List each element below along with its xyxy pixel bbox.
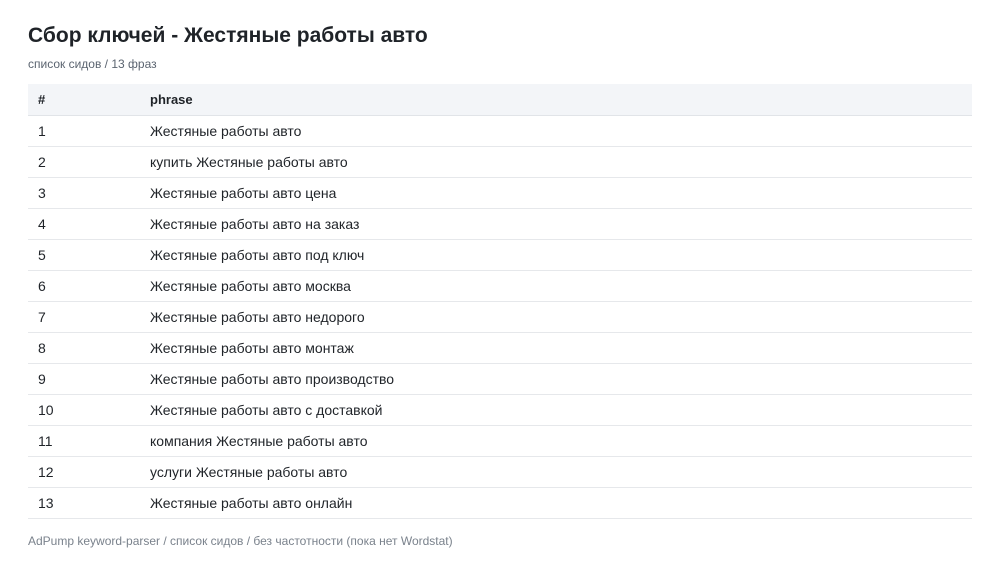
table-row: 10 Жестяные работы авто с доставкой [28, 394, 972, 426]
table-row: 1 Жестяные работы авто [28, 115, 972, 147]
row-phrase: Жестяные работы авто под ключ [140, 239, 972, 271]
row-phrase: Жестяные работы авто [140, 115, 972, 147]
row-number: 7 [28, 301, 140, 333]
table-row: 6 Жестяные работы авто москва [28, 270, 972, 302]
row-number: 4 [28, 208, 140, 240]
table-header: # phrase [28, 84, 972, 116]
column-header-phrase: phrase [140, 84, 972, 116]
page-subtitle: список сидов / 13 фраз [28, 57, 157, 71]
row-number: 10 [28, 394, 140, 426]
row-phrase: Жестяные работы авто монтаж [140, 332, 972, 364]
table-row: 11 компания Жестяные работы авто [28, 425, 972, 457]
table-row: 3 Жестяные работы авто цена [28, 177, 972, 209]
row-number: 12 [28, 456, 140, 488]
row-number: 11 [28, 425, 140, 457]
row-number: 3 [28, 177, 140, 209]
table-row: 13 Жестяные работы авто онлайн [28, 487, 972, 519]
row-number: 1 [28, 115, 140, 147]
table-header-row: # phrase [28, 84, 972, 116]
row-phrase: Жестяные работы авто с доставкой [140, 394, 972, 426]
row-number: 8 [28, 332, 140, 364]
row-phrase: Жестяные работы авто москва [140, 270, 972, 302]
table-row: 8 Жестяные работы авто монтаж [28, 332, 972, 364]
column-header-number: # [28, 84, 140, 116]
page: Сбор ключей - Жестяные работы авто списо… [0, 0, 1000, 565]
table-body: 1 Жестяные работы авто 2 купить Жестяные… [28, 115, 972, 519]
row-phrase: компания Жестяные работы авто [140, 425, 972, 457]
page-footer: AdPump keyword-parser / список сидов / б… [28, 534, 453, 548]
row-number: 6 [28, 270, 140, 302]
page-title: Сбор ключей - Жестяные работы авто [28, 24, 428, 47]
row-phrase: услуги Жестяные работы авто [140, 456, 972, 488]
table-row: 5 Жестяные работы авто под ключ [28, 239, 972, 271]
row-number: 2 [28, 146, 140, 178]
row-phrase: Жестяные работы авто цена [140, 177, 972, 209]
row-phrase: Жестяные работы авто на заказ [140, 208, 972, 240]
row-phrase: купить Жестяные работы авто [140, 146, 972, 178]
phrases-table: # phrase 1 Жестяные работы авто 2 купить… [28, 84, 972, 519]
row-phrase: Жестяные работы авто онлайн [140, 487, 972, 519]
row-phrase: Жестяные работы авто недорого [140, 301, 972, 333]
row-number: 9 [28, 363, 140, 395]
row-phrase: Жестяные работы авто производство [140, 363, 972, 395]
table-row: 2 купить Жестяные работы авто [28, 146, 972, 178]
table-row: 7 Жестяные работы авто недорого [28, 301, 972, 333]
table-row: 12 услуги Жестяные работы авто [28, 456, 972, 488]
row-number: 5 [28, 239, 140, 271]
table-row: 9 Жестяные работы авто производство [28, 363, 972, 395]
table-row: 4 Жестяные работы авто на заказ [28, 208, 972, 240]
row-number: 13 [28, 487, 140, 519]
